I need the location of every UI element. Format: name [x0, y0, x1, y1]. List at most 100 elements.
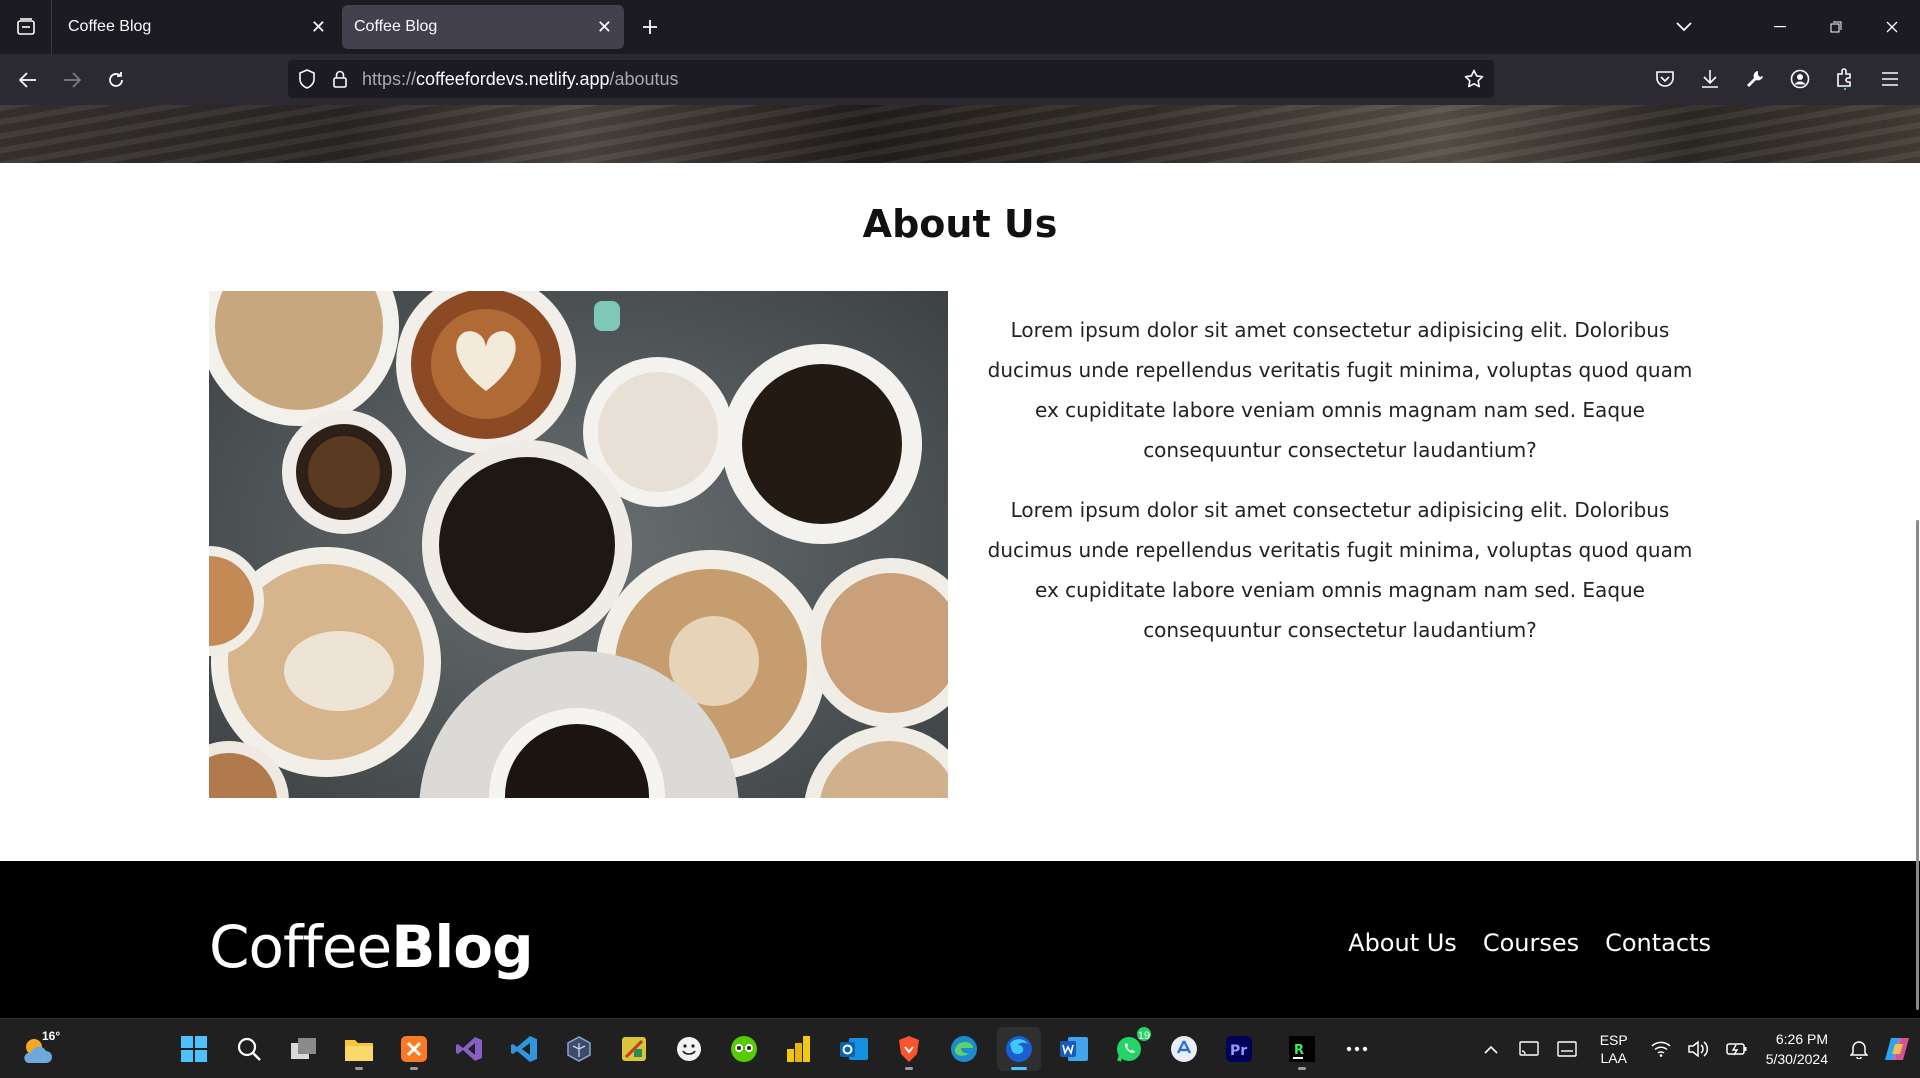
whatsapp-app[interactable]: 19 [1107, 1025, 1153, 1071]
outlook-app[interactable] [832, 1027, 876, 1071]
emoji-app[interactable] [667, 1027, 711, 1071]
back-button[interactable] [6, 60, 50, 100]
bookmark-star-icon[interactable] [1464, 69, 1484, 89]
start-button[interactable] [172, 1027, 216, 1071]
volume-button[interactable] [1680, 1027, 1718, 1071]
arrow-left-icon [19, 71, 36, 88]
minimize-button[interactable] [1752, 0, 1808, 54]
restore-button[interactable] [1808, 0, 1864, 54]
input-language-indicator[interactable]: ESP LAA [1600, 1031, 1628, 1067]
file-explorer-app[interactable] [337, 1027, 381, 1071]
bar-chart-icon [787, 1036, 810, 1062]
tab-coffee-blog-1[interactable]: Coffee Blog ✕ [56, 5, 338, 49]
cast-button[interactable] [1510, 1027, 1548, 1071]
chevron-down-icon [1676, 22, 1692, 32]
downloads-button[interactable] [1687, 60, 1732, 98]
brave-app[interactable] [887, 1027, 931, 1071]
close-tab-icon[interactable]: ✕ [311, 18, 326, 36]
account-button[interactable] [1777, 60, 1822, 98]
address-bar[interactable]: https://coffeefordevs.netlify.app/aboutu… [288, 60, 1494, 98]
vscode-app[interactable] [502, 1027, 546, 1071]
developer-tools-button[interactable] [1732, 60, 1777, 98]
chevron-up-icon [1484, 1045, 1498, 1054]
edge-icon [951, 1036, 977, 1062]
weather-widget[interactable]: 16° [20, 1027, 64, 1071]
reload-button[interactable] [94, 60, 138, 100]
firefox-developer-icon [1006, 1036, 1032, 1062]
footer-link-about-us[interactable]: About Us [1348, 929, 1457, 957]
copilot-icon [1885, 1038, 1909, 1060]
notifications-button[interactable] [1840, 1027, 1878, 1071]
browser-tab-bar: Coffee Blog ✕ Coffee Blog ✕ [0, 0, 1920, 54]
scrollbar-thumb[interactable] [1916, 520, 1919, 1010]
xampp-icon [401, 1036, 427, 1062]
rider-app[interactable]: R [1280, 1027, 1324, 1071]
task-view-button[interactable] [282, 1027, 326, 1071]
xampp-app[interactable] [392, 1027, 436, 1071]
hamburger-menu-icon [1881, 72, 1898, 86]
tab-title: Coffee Blog [354, 18, 438, 35]
list-all-tabs-button[interactable] [1656, 0, 1712, 54]
clock-date: 5/30/2024 [1765, 1051, 1828, 1067]
show-hidden-icons-button[interactable] [1472, 1027, 1510, 1071]
word-app[interactable] [1052, 1027, 1096, 1071]
keyboard-layout: LAA [1600, 1050, 1627, 1066]
speaker-icon [1687, 1040, 1708, 1058]
smiley-icon [677, 1037, 701, 1061]
edge-app[interactable] [942, 1027, 986, 1071]
minimize-icon [1774, 26, 1786, 28]
url-text[interactable]: https://coffeefordevs.netlify.app/aboutu… [362, 69, 679, 90]
close-tab-icon[interactable]: ✕ [597, 18, 612, 36]
virtualbox-app[interactable] [557, 1027, 601, 1071]
firefox-app[interactable] [997, 1027, 1041, 1071]
running-indicator [355, 1067, 363, 1070]
network-button[interactable] [1642, 1027, 1680, 1071]
close-window-button[interactable] [1864, 0, 1920, 54]
page-scrollbar[interactable] [1914, 105, 1920, 1018]
wifi-icon [1651, 1041, 1671, 1057]
hero-image-strip [0, 105, 1920, 163]
more-apps-button[interactable] [1335, 1027, 1379, 1071]
touch-keyboard-button[interactable] [1548, 1027, 1586, 1071]
premiere-pro-icon: Pr [1226, 1036, 1252, 1062]
visual-studio-app[interactable] [447, 1027, 491, 1071]
forward-button[interactable] [50, 60, 94, 100]
app-store-app[interactable] [1162, 1027, 1206, 1071]
extensions-button[interactable] [1822, 60, 1867, 98]
svg-text:R: R [1294, 1043, 1304, 1058]
visual-studio-icon [456, 1037, 482, 1061]
footer-logo[interactable]: CoffeeBlog [209, 913, 534, 981]
power-bi-app[interactable] [777, 1027, 821, 1071]
lock-icon[interactable] [332, 69, 348, 89]
task-view-icon [291, 1038, 316, 1059]
battery-button[interactable] [1718, 1027, 1756, 1071]
new-tab-button[interactable] [630, 7, 670, 47]
about-paragraph-1: Lorem ipsum dolor sit amet consectetur a… [987, 318, 1693, 462]
about-us-heading: About Us [862, 202, 1058, 246]
tab-coffee-blog-2[interactable]: Coffee Blog ✕ [342, 5, 624, 49]
running-indicator [905, 1067, 913, 1070]
url-path: /aboutus [609, 68, 679, 89]
search-button[interactable] [227, 1027, 271, 1071]
restore-icon [1830, 21, 1842, 33]
language-code: ESP [1599, 1032, 1628, 1048]
close-icon [1886, 21, 1898, 33]
app-menu-button[interactable] [1867, 60, 1912, 98]
pocket-button[interactable] [1642, 60, 1687, 98]
footer-link-courses[interactable]: Courses [1483, 929, 1579, 957]
arrow-right-icon [64, 71, 81, 88]
firefox-view-button[interactable] [0, 0, 52, 54]
footer-link-contacts[interactable]: Contacts [1605, 929, 1711, 957]
tools-icon [622, 1037, 646, 1061]
clock[interactable]: 6:26 PM 5/30/2024 [1766, 1029, 1828, 1069]
outlook-icon [840, 1038, 868, 1060]
sticky-tools-app[interactable] [612, 1027, 656, 1071]
battery-charging-icon [1725, 1043, 1747, 1056]
premiere-pro-app[interactable]: Pr [1217, 1027, 1261, 1071]
active-app-indicator [1011, 1067, 1027, 1070]
duolingo-app[interactable] [722, 1027, 766, 1071]
lion-shield-icon [899, 1036, 919, 1062]
tab-title: Coffee Blog [68, 18, 152, 35]
shield-icon[interactable] [298, 69, 316, 89]
copilot-button[interactable] [1878, 1027, 1916, 1071]
